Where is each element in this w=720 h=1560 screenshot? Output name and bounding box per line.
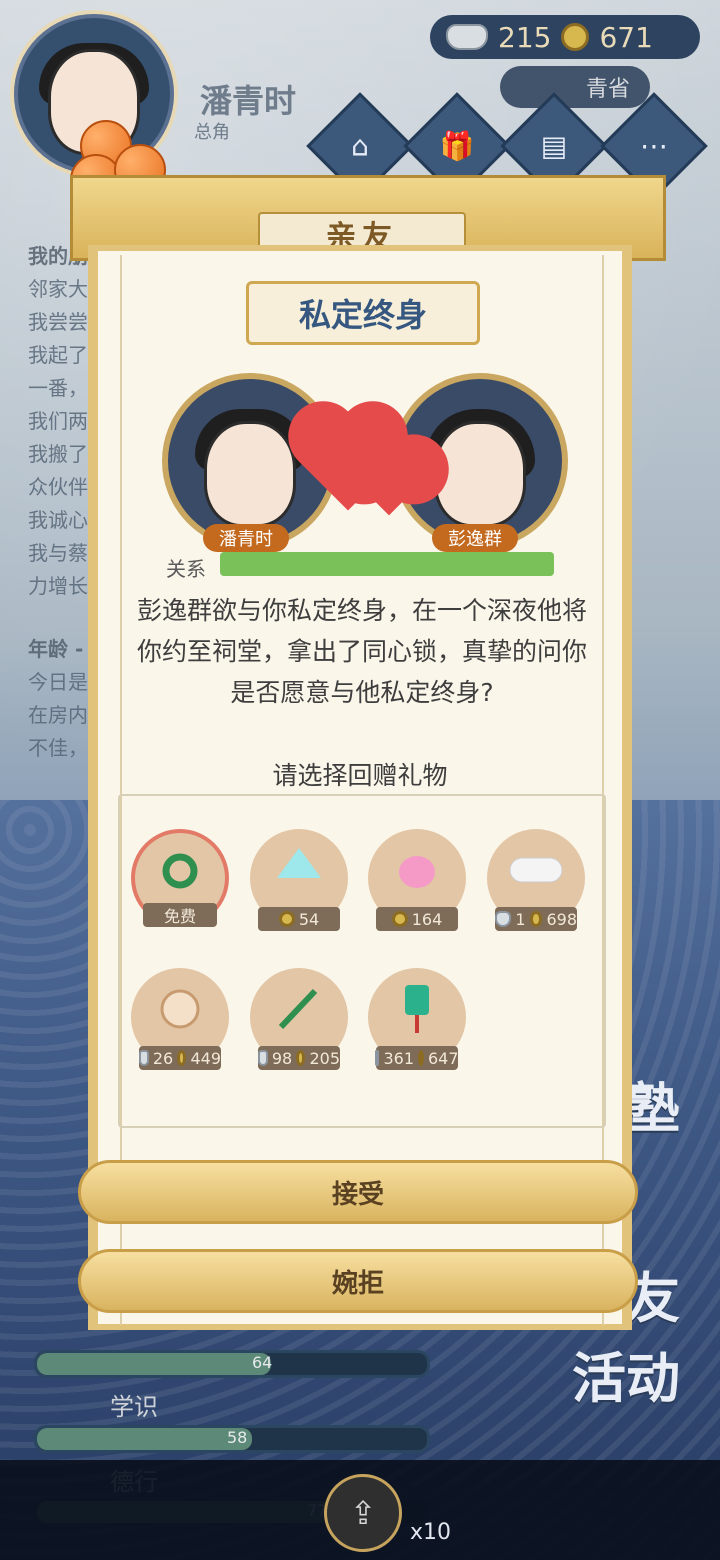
copper-coin-icon [561, 23, 590, 51]
left-name-tag: 潘青时 [203, 524, 289, 552]
accept-button[interactable]: 接受 [78, 1160, 638, 1224]
player-name: 潘青时 [200, 82, 297, 120]
gift-price: 361 647 [375, 1046, 459, 1070]
pendant-icon [160, 989, 200, 1029]
side-word-activity[interactable]: 活动 [572, 1350, 680, 1408]
gift-white-comb[interactable]: 1 698 [487, 829, 585, 931]
share-icon: ⇪ [349, 1494, 377, 1532]
handkerchief-icon [277, 848, 321, 879]
status-text: 青省 [585, 77, 630, 102]
gift-price: 免费 [143, 903, 217, 927]
silver-ingot-icon [446, 24, 488, 50]
gift-mint-wreath[interactable]: 免费 [131, 829, 229, 927]
stat-value: 58 [227, 1428, 248, 1447]
gift-price: 54 [258, 907, 340, 931]
gift-pink-sachet[interactable]: 164 [368, 829, 466, 931]
decline-button[interactable]: 婉拒 [78, 1249, 638, 1313]
stat-label: 学识 [110, 1393, 158, 1421]
gift-price: 164 [376, 907, 458, 931]
wreath-icon [162, 853, 198, 889]
stat-value: 64 [252, 1353, 273, 1372]
relation-fill [220, 552, 554, 576]
stat-bar: 64 [34, 1350, 430, 1378]
accept-label: 接受 [331, 1179, 384, 1210]
relation-bar [220, 552, 554, 576]
hairpin-icon [278, 989, 318, 1030]
gift-prompt: 请选择回赠礼物 [272, 761, 448, 790]
charm-icon [405, 985, 429, 1034]
gift-blue-handkerchief[interactable]: 54 [250, 829, 348, 931]
relation-label: 关系 [166, 557, 206, 581]
gift-green-charm[interactable]: 361 647 [368, 968, 466, 1070]
status-pill[interactable]: 青省 [500, 66, 650, 108]
decline-label: 婉拒 [331, 1268, 384, 1299]
gift-jade-pendant[interactable]: 26 449 [131, 968, 229, 1070]
gift-price: 98 205 [258, 1046, 340, 1070]
face-graphic [204, 421, 296, 528]
gift-price: 1 698 [495, 907, 577, 931]
right-name-tag: 彭逸群 [432, 524, 518, 552]
stat-fill [37, 1428, 252, 1450]
gift-price: 26 449 [139, 1046, 221, 1070]
event-title: 私定终身 [246, 281, 480, 345]
comb-icon [509, 857, 563, 883]
stat-bar: 58 [34, 1425, 430, 1453]
currency-bar: 215 671 [430, 15, 700, 59]
silver-count: 215 [498, 20, 552, 54]
multiplier-text: x10 [410, 1520, 452, 1545]
player-role: 总角 [194, 122, 230, 143]
copper-count: 671 [599, 20, 653, 54]
stat-fill [37, 1353, 271, 1375]
gift-green-hairpin[interactable]: 98 205 [250, 968, 348, 1070]
sachet-icon [399, 856, 435, 889]
share-button[interactable]: ⇪ [324, 1474, 402, 1552]
event-story: 彭逸群欲与你私定终身，在一个深夜他将你约至祠堂，拿出了同心锁，真挚的问你是否愿意… [136, 596, 587, 707]
heart-icon [353, 444, 425, 516]
